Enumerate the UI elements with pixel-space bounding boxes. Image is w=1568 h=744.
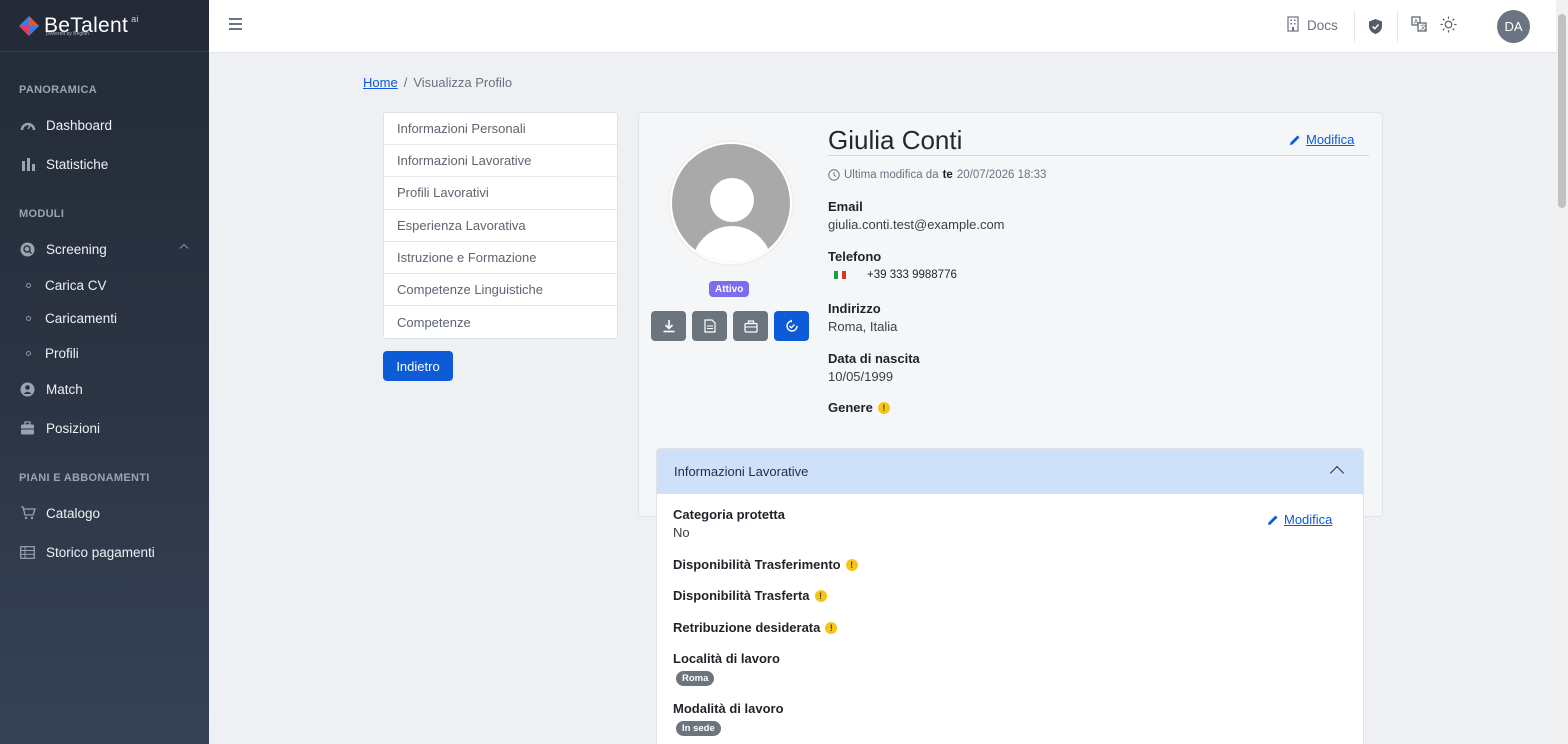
sidebar-item-caricamenti[interactable]: Caricamenti xyxy=(0,302,209,334)
work-location-chip: Roma xyxy=(676,671,715,686)
tab-competenze[interactable]: Competenze xyxy=(384,306,617,338)
gender-label: Genere! xyxy=(828,400,890,415)
document-button[interactable] xyxy=(692,311,727,341)
warning-icon: ! xyxy=(877,401,890,414)
cart-icon xyxy=(19,505,36,521)
divider xyxy=(1397,10,1398,42)
sidebar-item-catalogo[interactable]: Catalogo xyxy=(0,496,209,530)
bullet-icon xyxy=(26,350,31,356)
protected-category-label: Categoria protetta xyxy=(673,507,785,522)
address-value: Roma, Italia xyxy=(828,319,898,334)
work-location-label: Località di lavoro xyxy=(673,651,780,666)
page-scrollbar[interactable] xyxy=(1556,0,1568,744)
sidebar-item-profili[interactable]: Profili xyxy=(0,337,209,369)
tab-informazioni-lavorative[interactable]: Informazioni Lavorative xyxy=(384,145,617,178)
topbar: Docs A文 DA xyxy=(209,0,1556,53)
section-piani: PIANI E ABBONAMENTI xyxy=(19,472,150,484)
relocation-label: Disponibilità Trasferimento! xyxy=(673,557,858,572)
avatar-placeholder-icon xyxy=(672,144,790,262)
user-avatar[interactable]: DA xyxy=(1497,10,1530,43)
tab-profili-lavorativi[interactable]: Profili Lavorativi xyxy=(384,177,617,210)
address-label: Indirizzo xyxy=(828,301,881,316)
building-icon xyxy=(1287,16,1299,35)
protected-category-value: No xyxy=(673,525,690,540)
pencil-icon xyxy=(1290,135,1300,145)
tab-competenze-linguistiche[interactable]: Competenze Linguistiche xyxy=(384,274,617,307)
divider xyxy=(1354,10,1355,42)
table-icon xyxy=(19,544,36,560)
profile-name: Giulia Conti xyxy=(828,125,963,155)
work-info-accordion-header[interactable]: Informazioni Lavorative xyxy=(657,449,1363,494)
bullet-icon xyxy=(26,315,31,321)
sidebar-item-match[interactable]: Match xyxy=(0,372,209,406)
match-button[interactable] xyxy=(774,311,809,341)
warning-icon: ! xyxy=(814,589,827,602)
work-mode-chip: In sede xyxy=(676,721,721,736)
docs-link[interactable]: Docs xyxy=(1287,16,1338,35)
logo[interactable]: BeTalent ai powered by Beghin xyxy=(0,0,209,52)
search-icon xyxy=(19,241,36,257)
section-panoramica: PANORAMICA xyxy=(19,84,97,96)
salary-label: Retribuzione desiderata! xyxy=(673,620,838,635)
work-mode-label: Modalità di lavoro xyxy=(673,701,784,716)
phone-value: +39 333 9988776 xyxy=(828,269,957,281)
translate-icon[interactable]: A文 xyxy=(1411,16,1427,32)
refresh-check-icon xyxy=(785,319,798,332)
breadcrumb-current: Visualizza Profilo xyxy=(413,75,513,90)
bullet-icon xyxy=(26,282,31,288)
edit-work-info-link[interactable]: Modifica xyxy=(1267,512,1332,527)
bar-chart-icon xyxy=(19,156,36,172)
tab-istruzione-formazione[interactable]: Istruzione e Formazione xyxy=(384,242,617,274)
italy-flag-icon xyxy=(834,271,846,279)
edit-profile-link[interactable]: Modifica xyxy=(1289,132,1354,147)
clock-icon xyxy=(828,169,840,181)
sidebar-item-carica-cv[interactable]: Carica CV xyxy=(0,269,209,301)
back-button[interactable]: Indietro xyxy=(383,351,453,381)
svg-text:文: 文 xyxy=(1420,24,1426,32)
tab-esperienza-lavorativa[interactable]: Esperienza Lavorativa xyxy=(384,210,617,242)
briefcase-icon xyxy=(19,420,36,436)
phone-label: Telefono xyxy=(828,249,882,264)
birthdate-value: 10/05/1999 xyxy=(828,369,894,384)
briefcase-icon xyxy=(743,319,758,333)
chevron-up-icon xyxy=(1329,465,1345,481)
sidebar-item-screening[interactable]: Screening xyxy=(0,232,209,266)
warning-icon: ! xyxy=(825,621,838,634)
user-badge-icon xyxy=(19,381,36,397)
sidebar-item-dashboard[interactable]: Dashboard xyxy=(0,108,209,142)
shield-icon[interactable] xyxy=(1368,18,1383,35)
briefcase-button[interactable] xyxy=(733,311,768,341)
logo-icon xyxy=(19,15,39,36)
status-badge: Attivo xyxy=(709,281,750,297)
sidebar-item-posizioni[interactable]: Posizioni xyxy=(0,411,209,445)
sidebar-item-statistiche[interactable]: Statistiche xyxy=(0,147,209,181)
last-modified: Ultima modifica da te 20/07/2026 18:33 xyxy=(828,169,1046,181)
birthdate-label: Data di nascita xyxy=(828,351,920,366)
sidebar: BeTalent ai powered by Beghin PANORAMICA … xyxy=(0,0,209,744)
download-icon xyxy=(663,320,674,333)
document-icon xyxy=(703,319,716,333)
email-value: giulia.conti.test@example.com xyxy=(828,217,1005,232)
email-label: Email xyxy=(828,199,863,214)
travel-label: Disponibilità Trasferta! xyxy=(673,588,827,603)
tab-informazioni-personali[interactable]: Informazioni Personali xyxy=(384,113,617,146)
pencil-icon xyxy=(1268,515,1278,525)
logo-subtitle: powered by Beghin xyxy=(46,31,89,37)
gauge-icon xyxy=(19,117,36,133)
menu-toggle-icon[interactable] xyxy=(229,18,242,30)
chevron-up-icon xyxy=(179,243,189,253)
scrollbar-thumb[interactable] xyxy=(1558,14,1566,208)
sidebar-item-storico-pagamenti[interactable]: Storico pagamenti xyxy=(0,535,209,569)
theme-sun-icon[interactable] xyxy=(1440,16,1457,33)
profile-photo xyxy=(668,140,794,266)
download-button[interactable] xyxy=(651,311,686,341)
section-moduli: MODULI xyxy=(19,208,65,220)
divider xyxy=(828,155,1369,156)
breadcrumb-home[interactable]: Home xyxy=(363,75,398,90)
warning-icon: ! xyxy=(845,558,858,571)
profile-section-tabs: Informazioni Personali Informazioni Lavo… xyxy=(383,112,618,340)
breadcrumb: Home / Visualizza Profilo xyxy=(363,75,513,90)
